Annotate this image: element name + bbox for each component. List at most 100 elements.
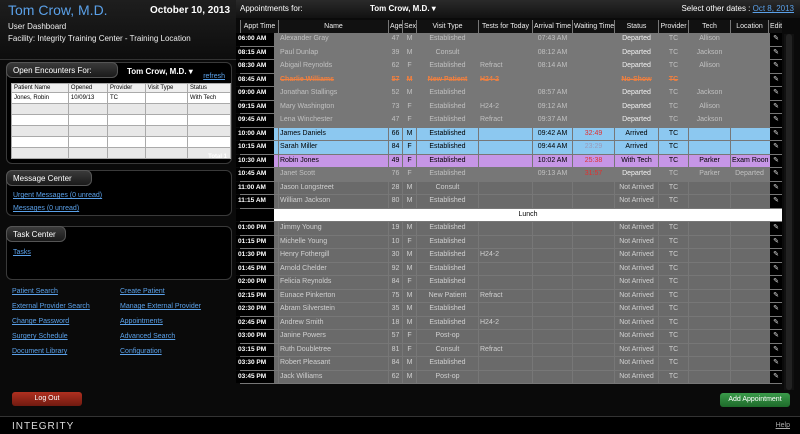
encounters-column-header[interactable]: Provider <box>106 83 146 93</box>
scrollbar-track[interactable] <box>786 34 792 390</box>
pencil-icon[interactable]: ✎ <box>770 46 782 59</box>
appointment-row[interactable]: 09:45 AM Lena Winchester 47 F Established Ref… <box>236 114 782 128</box>
pencil-icon[interactable]: ✎ <box>770 276 782 289</box>
tasks-link[interactable]: Tasks <box>13 249 31 256</box>
cell-provider: TC <box>658 276 688 289</box>
appointment-row[interactable]: 03:45 PM Jack Williams 62 M Post-op Not Arriv… <box>236 370 782 384</box>
appointment-row[interactable]: 01:15 PM Michelle Young 10 F Established Not … <box>236 235 782 249</box>
help-link[interactable]: Help <box>776 422 790 429</box>
appointment-row[interactable]: 11:15 AM William Jackson 80 M Established Not… <box>236 195 782 209</box>
encounters-column-header[interactable]: Patient Name <box>11 83 69 93</box>
appointments-provider-select[interactable]: Tom Crow, M.D. ▾ <box>370 4 436 13</box>
encounters-column-header[interactable]: Visit Type <box>144 83 188 93</box>
link-appointments[interactable]: Appointments <box>120 318 163 325</box>
cell-visit: Established <box>416 316 478 329</box>
appointment-row[interactable]: 02:00 PM Felicia Reynolds 84 F Established No… <box>236 276 782 290</box>
column-header[interactable]: Appt Time <box>240 20 278 33</box>
appointment-row[interactable]: 01:45 PM Arnold Chelder 92 M Established Not … <box>236 262 782 276</box>
appointment-row[interactable]: 02:30 PM Abram Silverstein 35 M Established N… <box>236 303 782 317</box>
appointment-row[interactable]: 08:30 AM Abigail Reynolds 62 F Established Re… <box>236 60 782 74</box>
column-header[interactable]: Waiting Time <box>572 20 614 33</box>
pencil-icon[interactable]: ✎ <box>770 235 782 248</box>
appointment-row[interactable]: 10:30 AM Robin Jones 49 F Established 10:02 A… <box>236 154 782 168</box>
pencil-icon[interactable]: ✎ <box>770 316 782 329</box>
pencil-icon[interactable]: ✎ <box>770 370 782 383</box>
appointment-row[interactable]: 06:00 AM Alexander Gray 47 M Established 07:4… <box>236 33 782 47</box>
appointments-scrollbar[interactable] <box>784 34 794 390</box>
pencil-icon[interactable]: ✎ <box>770 330 782 343</box>
pencil-icon[interactable]: ✎ <box>770 100 782 113</box>
pencil-icon[interactable]: ✎ <box>770 195 782 208</box>
link-manage-external-provider[interactable]: Manage External Provider <box>120 303 201 310</box>
column-header[interactable]: Tests for Today <box>478 20 532 33</box>
cell-tests <box>478 127 532 140</box>
link-advanced-search[interactable]: Advanced Search <box>120 333 175 340</box>
pencil-icon[interactable]: ✎ <box>770 357 782 370</box>
column-header[interactable]: Tech <box>688 20 730 33</box>
column-header[interactable]: Status <box>614 20 658 33</box>
column-header[interactable]: Age <box>388 20 402 33</box>
pencil-icon[interactable]: ✎ <box>770 87 782 100</box>
appointment-row[interactable]: 10:45 AM Janet Scott 76 F Established 09:13 A… <box>236 168 782 182</box>
pencil-icon[interactable]: ✎ <box>770 33 782 46</box>
other-date-link[interactable]: Oct 8, 2013 <box>753 4 794 13</box>
column-header[interactable]: Arrival Time <box>532 20 572 33</box>
pencil-icon[interactable]: ✎ <box>770 181 782 194</box>
column-header[interactable]: Provider <box>658 20 688 33</box>
logout-button[interactable]: Log Out <box>12 392 82 406</box>
column-header[interactable]: Visit Type <box>416 20 478 33</box>
pencil-icon[interactable]: ✎ <box>770 73 782 86</box>
link-create-patient[interactable]: Create Patient <box>120 288 165 295</box>
pencil-icon[interactable]: ✎ <box>770 154 782 167</box>
pencil-icon[interactable]: ✎ <box>770 249 782 262</box>
appointment-row[interactable]: 10:15 AM Sarah Miller 84 F Established 09:44 … <box>236 141 782 155</box>
refresh-link[interactable]: refresh <box>203 73 225 80</box>
table-row[interactable]: Jones, Robin 10/09/13 TC With Tech <box>11 92 232 104</box>
pencil-icon[interactable]: ✎ <box>770 127 782 140</box>
appointment-row[interactable]: 01:00 PM Jimmy Young 19 M Established Not Arr… <box>236 222 782 236</box>
messages-link[interactable]: Messages (0 unread) <box>13 205 79 212</box>
encounters-column-header[interactable]: Opened <box>67 83 108 93</box>
appointment-row[interactable]: 01:30 PM Henry Fothergill 30 M Established H2… <box>236 249 782 263</box>
pencil-icon[interactable]: ✎ <box>770 222 782 235</box>
cell-arrival <box>532 262 572 275</box>
table-row <box>11 147 232 159</box>
link-surgery-schedule[interactable]: Surgery Schedule <box>12 333 68 340</box>
pencil-icon[interactable]: ✎ <box>770 262 782 275</box>
appointment-row[interactable]: 09:00 AM Jonathan Stallings 52 M Established… <box>236 87 782 101</box>
pencil-icon[interactable]: ✎ <box>770 60 782 73</box>
appointment-row[interactable]: 11:00 AM Jason Longstreet 28 M Consult Not Ar… <box>236 181 782 195</box>
link-document-library[interactable]: Document Library <box>12 348 67 355</box>
add-appointment-button[interactable]: Add Appointment <box>720 393 790 407</box>
cell-sex: M <box>402 33 416 46</box>
encounters-column-header[interactable]: Status <box>186 83 232 93</box>
pencil-icon[interactable]: ✎ <box>770 141 782 154</box>
link-external-provider-search[interactable]: External Provider Search <box>12 303 90 310</box>
appointment-row[interactable]: 03:00 PM Janine Powers 57 F Post-op Not Arriv… <box>236 330 782 344</box>
appointment-row[interactable]: 03:30 PM Robert Pleasant 84 M Established Not… <box>236 357 782 371</box>
cell-visit: Consult <box>416 343 478 356</box>
cell-tech <box>688 249 730 262</box>
appointment-row[interactable]: 10:00 AM James Daniels 66 M Established 09:42… <box>236 127 782 141</box>
link-change-password[interactable]: Change Password <box>12 318 69 325</box>
pencil-icon[interactable]: ✎ <box>770 289 782 302</box>
pencil-icon[interactable]: ✎ <box>770 343 782 356</box>
appointment-row[interactable]: 03:15 PM Ruth Doubletree 81 F Consult Refract… <box>236 343 782 357</box>
column-header[interactable]: Sex <box>402 20 416 33</box>
appointment-row[interactable]: 02:15 PM Eunace Pinkerton 75 M New Patient Re… <box>236 289 782 303</box>
urgent-messages-link[interactable]: Urgent Messages (0 unread) <box>13 192 102 199</box>
link-configuration[interactable]: Configuration <box>120 348 162 355</box>
pencil-icon[interactable]: ✎ <box>770 114 782 127</box>
pencil-icon[interactable]: ✎ <box>770 168 782 181</box>
appointment-row[interactable]: 08:45 AM Charlie Williams 57 M New Patient H2… <box>236 73 782 87</box>
appointment-row[interactable]: 08:15 AM Paul Dunlap 39 M Consult 08:12 AM Dep… <box>236 46 782 60</box>
link-patient-search[interactable]: Patient Search <box>12 288 58 295</box>
encounters-provider-select[interactable]: Tom Crow, M.D. ▾ <box>127 67 193 76</box>
column-header[interactable]: Edit <box>768 20 782 33</box>
appointment-row[interactable]: 09:15 AM Mary Washington 73 F Established H24… <box>236 100 782 114</box>
column-header[interactable]: Name <box>278 20 388 33</box>
cell-age: 18 <box>388 316 402 329</box>
column-header[interactable]: Location <box>730 20 768 33</box>
appointment-row[interactable]: 02:45 PM Andrew Smith 18 M Established H24-2 N… <box>236 316 782 330</box>
pencil-icon[interactable]: ✎ <box>770 303 782 316</box>
